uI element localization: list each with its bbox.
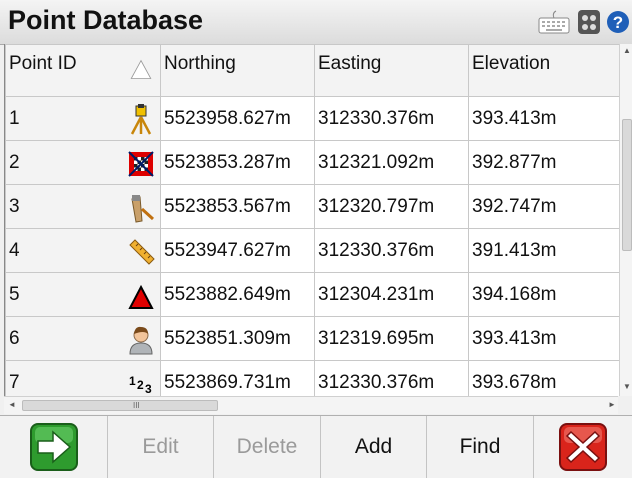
sort-triangle-icon[interactable] [126,59,156,85]
svg-text:3: 3 [145,382,152,396]
total-station-icon [130,104,152,135]
table-row[interactable]: 5 5523882.649m 312304.231m 394.168m [5,272,619,317]
scroll-left-icon[interactable]: ◄ [8,400,16,409]
find-button[interactable]: Find [427,416,534,478]
easting-cell: 312330.376m [314,96,469,141]
cancel-button[interactable] [534,416,632,478]
point-id: 4 [9,239,20,261]
point-id: 3 [9,195,20,217]
stake-icon [131,195,155,223]
northing-cell: 5523947.627m [160,228,315,273]
column-header-easting[interactable]: Easting [314,44,469,97]
scroll-down-icon[interactable]: ▼ [623,382,631,391]
table-row[interactable]: 6 5523851.309m 312319.695m 393.413m [5,316,619,361]
numbers-123-icon: 1 2 3 [129,374,152,396]
elevation-cell: 394.168m [468,272,619,317]
point-id: 1 [9,107,20,129]
point-id: 5 [9,283,20,305]
bottom-toolbar: Edit Delete Add Find [0,415,632,478]
northing-cell: 5523851.309m [160,316,315,361]
horizontal-scroll-thumb[interactable]: III [22,400,218,411]
edit-button[interactable]: Edit [108,416,214,478]
northing-cell: 5523869.731m [160,360,315,396]
keyboard-icon[interactable] [538,8,570,36]
accept-button[interactable] [0,416,108,478]
northing-cell: 5523958.627m [160,96,315,141]
red-x-icon [559,423,607,471]
northing-cell: 5523853.287m [160,140,315,185]
elevation-cell: 391.413m [468,228,619,273]
easting-cell: 312319.695m [314,316,469,361]
easting-cell: 312330.376m [314,360,469,396]
northing-cell: 5523882.649m [160,272,315,317]
elevation-cell: 393.413m [468,96,619,141]
elevation-cell: 392.747m [468,184,619,229]
column-header-northing[interactable]: Northing [160,44,315,97]
point-table: Point ID Northing Easting Elevation 1 55… [4,44,619,396]
green-arrow-icon [29,423,78,471]
person-icon [129,326,153,355]
elevation-cell: 392.877m [468,140,619,185]
red-triangle-icon [128,284,154,309]
svg-text:2: 2 [137,378,144,392]
column-header-elevation[interactable]: Elevation [468,44,619,97]
point-id: 7 [9,371,20,393]
scroll-grip: III [133,401,140,410]
svg-text:1: 1 [129,374,136,388]
column-header-point-id[interactable]: Point ID [5,44,161,97]
easting-cell: 312330.376m [314,228,469,273]
point-id: 6 [9,327,20,349]
page-title: Point Database [8,5,204,35]
add-button[interactable]: Add [321,416,427,478]
table-row[interactable]: 4 5523947.627m 312330.376m 391.413m [5,228,619,273]
vertical-scroll-thumb[interactable] [622,119,632,251]
calculator-icon[interactable] [577,8,601,36]
vertical-scrollbar[interactable]: ▲ ▼ [619,44,632,396]
horizontal-scrollbar[interactable]: ◄ III ► [4,396,618,414]
scroll-right-icon[interactable]: ► [608,400,616,409]
title-bar: Point Database ? [0,0,632,45]
easting-cell: 312304.231m [314,272,469,317]
table-header: Point ID Northing Easting Elevation [5,44,619,97]
point-id: 2 [9,151,20,173]
table-row[interactable]: 1 5523958.627m 312330.376m 393.413m [5,96,619,141]
measuring-rod-icon [129,239,155,265]
help-icon[interactable]: ? [606,8,630,36]
table-row[interactable]: 3 5523853.567m 312320.797m 392.747m [5,184,619,229]
northing-cell: 5523853.567m [160,184,315,229]
scroll-up-icon[interactable]: ▲ [623,46,631,55]
table-row[interactable]: 7 1 2 3 5523869.731m 312330.376m 393.678… [5,360,619,396]
elevation-cell: 393.413m [468,316,619,361]
elevation-cell: 393.678m [468,360,619,396]
easting-cell: 312320.797m [314,184,469,229]
easting-cell: 312321.092m [314,140,469,185]
svg-text:?: ? [613,13,623,32]
table-row[interactable]: 2 5523853.287m 312321.092m 392.877m [5,140,619,185]
delete-button[interactable]: Delete [214,416,321,478]
checkered-target-icon [128,151,154,177]
